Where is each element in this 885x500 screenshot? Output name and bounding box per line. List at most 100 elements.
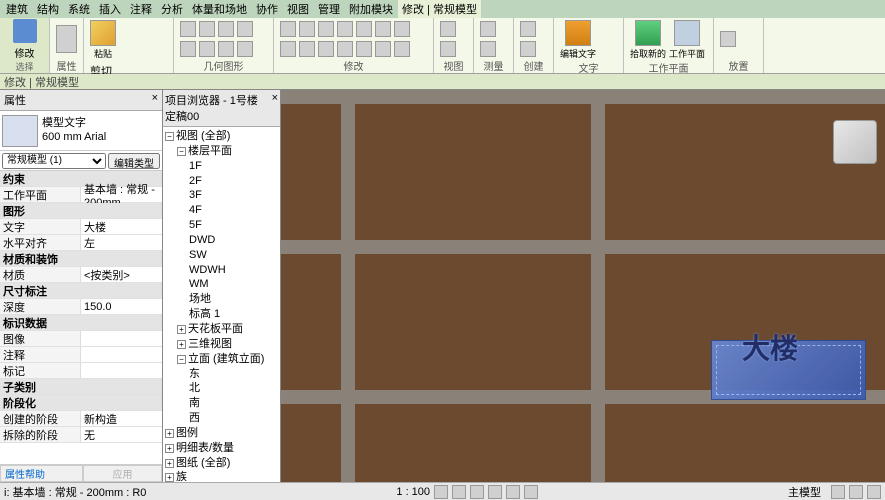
workplane-icon[interactable] (635, 20, 661, 46)
menu-item-active[interactable]: 修改 | 常规模型 (398, 0, 481, 18)
tree-node[interactable]: WDWH (165, 263, 278, 278)
tree-node[interactable]: 标高 1 (165, 307, 278, 322)
tree-node[interactable]: 西 (165, 411, 278, 426)
tool-icon[interactable] (218, 41, 234, 57)
prop-section-header[interactable]: 材质和装饰 (0, 251, 162, 266)
view-scale[interactable]: 1 : 100 (396, 486, 430, 498)
view-control-icon[interactable] (506, 485, 520, 499)
tool-icon[interactable] (199, 41, 215, 57)
tree-node[interactable]: −立面 (建筑立面) (165, 352, 278, 367)
status-icon[interactable] (849, 485, 863, 499)
tool-icon[interactable] (180, 41, 196, 57)
prop-section-header[interactable]: 标识数据 (0, 315, 162, 330)
tree-node[interactable]: 1F (165, 159, 278, 174)
properties-icon[interactable] (56, 25, 77, 53)
tree-node[interactable]: 场地 (165, 292, 278, 307)
prop-section-header[interactable]: 子类别 (0, 379, 162, 394)
tree-node[interactable]: SW (165, 248, 278, 263)
apply-button[interactable]: 应用 (83, 465, 162, 482)
expand-icon[interactable]: + (177, 340, 186, 349)
tree-node[interactable]: +图例 (165, 426, 278, 441)
properties-help-button[interactable]: 属性帮助 (0, 465, 83, 482)
status-icon[interactable] (867, 485, 881, 499)
view-control-icon[interactable] (434, 485, 448, 499)
menu-item[interactable]: 注释 (126, 0, 156, 18)
selected-model-text[interactable]: 大楼 (711, 340, 866, 400)
menu-item[interactable]: 视图 (283, 0, 313, 18)
3d-view[interactable]: 大楼 (281, 90, 885, 482)
expand-icon[interactable]: + (165, 444, 174, 453)
expand-icon[interactable]: + (177, 325, 186, 334)
tool-icon[interactable] (337, 21, 353, 37)
view-control-icon[interactable] (524, 485, 538, 499)
prop-value[interactable]: 新构造 (81, 411, 162, 426)
tool-icon[interactable] (237, 21, 253, 37)
tool-icon[interactable] (280, 41, 296, 57)
menu-item[interactable]: 插入 (95, 0, 125, 18)
tool-icon[interactable] (440, 41, 456, 57)
close-icon[interactable]: × (152, 92, 158, 108)
prop-section-header[interactable]: 阶段化 (0, 395, 162, 410)
tool-icon[interactable] (218, 21, 234, 37)
prop-section-header[interactable]: 尺寸标注 (0, 283, 162, 298)
tree-node[interactable]: 4F (165, 203, 278, 218)
prop-value[interactable]: <按类别> (81, 267, 162, 282)
tool-icon[interactable] (199, 21, 215, 37)
expand-icon[interactable]: − (177, 147, 186, 156)
prop-value[interactable] (81, 363, 162, 378)
tree-node[interactable]: 5F (165, 218, 278, 233)
prop-value[interactable] (81, 331, 162, 346)
menu-item[interactable]: 体量和场地 (188, 0, 251, 18)
tree-node[interactable]: DWD (165, 233, 278, 248)
tool-icon[interactable] (356, 41, 372, 57)
view-control-icon[interactable] (452, 485, 466, 499)
tree-node[interactable]: +明细表/数量 (165, 441, 278, 456)
prop-value[interactable] (81, 347, 162, 362)
prop-value[interactable]: 150.0 (81, 299, 162, 314)
tool-icon[interactable] (394, 21, 410, 37)
view-cube[interactable] (833, 120, 877, 164)
filter-icon[interactable] (831, 485, 845, 499)
workplane-icon[interactable] (674, 20, 700, 46)
menu-item[interactable]: 附加模块 (345, 0, 397, 18)
tree-node[interactable]: 2F (165, 174, 278, 189)
tree-node[interactable]: +三维视图 (165, 337, 278, 352)
expand-icon[interactable]: + (165, 459, 174, 468)
tool-icon[interactable] (440, 21, 456, 37)
modify-icon[interactable] (13, 19, 37, 43)
tree-node[interactable]: 3F (165, 188, 278, 203)
expand-icon[interactable]: − (177, 355, 186, 364)
tool-icon[interactable] (520, 41, 536, 57)
menu-item[interactable]: 结构 (33, 0, 63, 18)
tool-icon[interactable] (720, 31, 736, 47)
tool-icon[interactable] (180, 21, 196, 37)
tree-node[interactable]: 东 (165, 367, 278, 382)
tree-node[interactable]: WM (165, 277, 278, 292)
tool-icon[interactable] (318, 21, 334, 37)
prop-value[interactable]: 无 (81, 427, 162, 442)
tree-node[interactable]: +天花板平面 (165, 322, 278, 337)
paste-icon[interactable] (90, 20, 116, 46)
tree-node[interactable]: 南 (165, 396, 278, 411)
edit-text-icon[interactable] (565, 20, 591, 46)
tool-icon[interactable] (520, 21, 536, 37)
menu-item[interactable]: 协作 (252, 0, 282, 18)
tree-node[interactable]: +族 (165, 470, 278, 482)
instance-selector[interactable]: 常规模型 (1) (2, 153, 106, 169)
expand-icon[interactable]: − (165, 132, 174, 141)
tool-icon[interactable] (375, 21, 391, 37)
tool-icon[interactable] (356, 21, 372, 37)
menu-item[interactable]: 建筑 (2, 0, 32, 18)
tree-node[interactable]: −视图 (全部) (165, 129, 278, 144)
tool-icon[interactable] (299, 41, 315, 57)
expand-icon[interactable]: + (165, 473, 174, 482)
tool-icon[interactable] (375, 41, 391, 57)
close-icon[interactable]: × (272, 92, 278, 124)
prop-value[interactable]: 大楼 (81, 219, 162, 234)
tool-icon[interactable] (480, 21, 496, 37)
tree-node[interactable]: −楼层平面 (165, 144, 278, 159)
tool-icon[interactable] (237, 41, 253, 57)
menu-item[interactable]: 系统 (64, 0, 94, 18)
type-selector[interactable]: 模型文字 600 mm Arial (0, 111, 162, 151)
tree-node[interactable]: 北 (165, 381, 278, 396)
